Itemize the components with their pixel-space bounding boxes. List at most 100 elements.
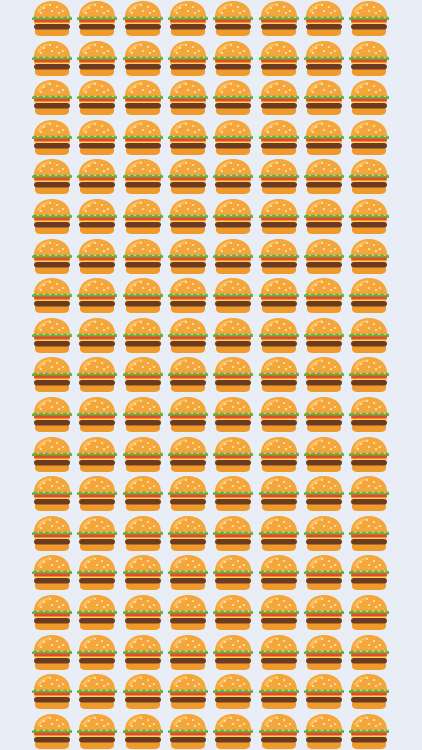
hamburger-icon[interactable] — [302, 396, 346, 434]
hamburger-icon[interactable] — [75, 277, 119, 315]
hamburger-icon[interactable] — [75, 198, 119, 236]
hamburger-icon[interactable] — [211, 40, 255, 78]
hamburger-icon[interactable] — [121, 158, 165, 196]
hamburger-icon[interactable] — [121, 396, 165, 434]
hamburger-icon[interactable] — [302, 277, 346, 315]
hamburger-icon[interactable] — [347, 594, 391, 632]
hamburger-icon[interactable] — [75, 594, 119, 632]
hamburger-icon[interactable] — [257, 317, 301, 355]
hamburger-icon[interactable] — [166, 594, 210, 632]
hamburger-icon[interactable] — [302, 356, 346, 394]
hamburger-icon[interactable] — [302, 119, 346, 157]
hamburger-icon[interactable] — [347, 356, 391, 394]
hamburger-icon[interactable] — [257, 356, 301, 394]
hamburger-icon[interactable] — [302, 436, 346, 474]
hamburger-icon[interactable] — [302, 713, 346, 750]
hamburger-icon[interactable] — [302, 673, 346, 711]
hamburger-icon[interactable] — [166, 634, 210, 672]
hamburger-icon[interactable] — [166, 119, 210, 157]
hamburger-icon[interactable] — [257, 40, 301, 78]
hamburger-icon[interactable] — [30, 713, 74, 750]
hamburger-icon[interactable] — [30, 40, 74, 78]
hamburger-icon[interactable] — [166, 554, 210, 592]
hamburger-icon[interactable] — [347, 396, 391, 434]
hamburger-icon[interactable] — [30, 515, 74, 553]
hamburger-icon[interactable] — [347, 198, 391, 236]
hamburger-icon[interactable] — [166, 356, 210, 394]
hamburger-icon[interactable] — [302, 594, 346, 632]
hamburger-icon[interactable] — [30, 198, 74, 236]
hamburger-icon[interactable] — [211, 79, 255, 117]
hamburger-icon[interactable] — [30, 396, 74, 434]
hamburger-icon[interactable] — [75, 475, 119, 513]
hamburger-icon[interactable] — [166, 396, 210, 434]
hamburger-icon[interactable] — [347, 475, 391, 513]
hamburger-icon[interactable] — [257, 436, 301, 474]
hamburger-icon[interactable] — [211, 238, 255, 276]
hamburger-icon[interactable] — [211, 396, 255, 434]
hamburger-icon[interactable] — [75, 79, 119, 117]
hamburger-icon[interactable] — [211, 356, 255, 394]
hamburger-icon[interactable] — [75, 238, 119, 276]
hamburger-icon[interactable] — [30, 673, 74, 711]
hamburger-icon[interactable] — [211, 673, 255, 711]
hamburger-icon[interactable] — [166, 238, 210, 276]
hamburger-icon[interactable] — [30, 436, 74, 474]
hamburger-icon[interactable] — [166, 198, 210, 236]
hamburger-icon[interactable] — [121, 515, 165, 553]
hamburger-icon[interactable] — [166, 79, 210, 117]
hamburger-icon[interactable] — [121, 436, 165, 474]
hamburger-icon[interactable] — [257, 713, 301, 750]
hamburger-icon[interactable] — [75, 40, 119, 78]
hamburger-icon[interactable] — [257, 673, 301, 711]
hamburger-icon[interactable] — [166, 515, 210, 553]
hamburger-icon[interactable] — [30, 356, 74, 394]
hamburger-icon[interactable] — [121, 40, 165, 78]
hamburger-icon[interactable] — [121, 198, 165, 236]
hamburger-icon[interactable] — [257, 0, 301, 38]
hamburger-icon[interactable] — [30, 475, 74, 513]
hamburger-icon[interactable] — [347, 238, 391, 276]
hamburger-icon[interactable] — [211, 198, 255, 236]
hamburger-icon[interactable] — [75, 158, 119, 196]
hamburger-icon[interactable] — [75, 396, 119, 434]
hamburger-icon[interactable] — [75, 673, 119, 711]
hamburger-icon[interactable] — [166, 0, 210, 38]
hamburger-icon[interactable] — [211, 713, 255, 750]
hamburger-icon[interactable] — [166, 277, 210, 315]
hamburger-icon[interactable] — [166, 158, 210, 196]
hamburger-icon[interactable] — [347, 554, 391, 592]
hamburger-icon[interactable] — [211, 634, 255, 672]
hamburger-icon[interactable] — [347, 40, 391, 78]
hamburger-icon[interactable] — [302, 554, 346, 592]
hamburger-icon[interactable] — [302, 317, 346, 355]
hamburger-icon[interactable] — [75, 713, 119, 750]
hamburger-icon[interactable] — [30, 238, 74, 276]
hamburger-icon[interactable] — [347, 158, 391, 196]
hamburger-icon[interactable] — [302, 0, 346, 38]
hamburger-icon[interactable] — [121, 634, 165, 672]
hamburger-icon[interactable] — [257, 277, 301, 315]
hamburger-icon[interactable] — [347, 277, 391, 315]
hamburger-icon[interactable] — [257, 634, 301, 672]
hamburger-icon[interactable] — [257, 554, 301, 592]
hamburger-icon[interactable] — [121, 673, 165, 711]
hamburger-icon[interactable] — [30, 79, 74, 117]
hamburger-icon[interactable] — [75, 554, 119, 592]
hamburger-icon[interactable] — [121, 0, 165, 38]
hamburger-icon[interactable] — [30, 634, 74, 672]
hamburger-icon[interactable] — [211, 317, 255, 355]
hamburger-icon[interactable] — [302, 79, 346, 117]
hamburger-icon[interactable] — [257, 198, 301, 236]
hamburger-icon[interactable] — [302, 158, 346, 196]
hamburger-icon[interactable] — [166, 317, 210, 355]
hamburger-icon[interactable] — [30, 277, 74, 315]
hamburger-icon[interactable] — [347, 317, 391, 355]
hamburger-icon[interactable] — [166, 475, 210, 513]
hamburger-icon[interactable] — [75, 436, 119, 474]
hamburger-icon[interactable] — [347, 713, 391, 750]
hamburger-icon[interactable] — [121, 119, 165, 157]
hamburger-icon[interactable] — [30, 554, 74, 592]
hamburger-icon[interactable] — [347, 79, 391, 117]
hamburger-icon[interactable] — [257, 158, 301, 196]
